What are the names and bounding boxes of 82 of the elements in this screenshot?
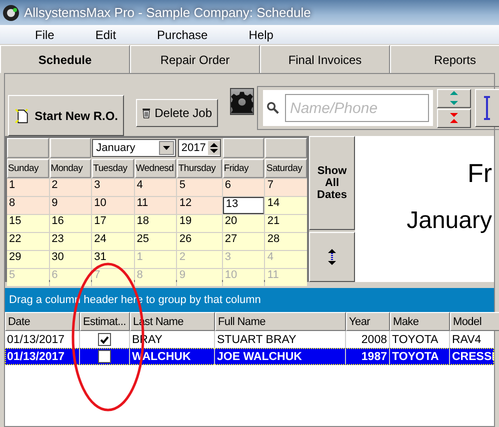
calendar-day[interactable]: 8 [7,197,49,214]
weekday-label: Fr [467,158,492,189]
calendar-day[interactable]: 5 [177,179,222,196]
resize-button[interactable] [309,232,355,282]
collapse-arrows-icon [449,111,459,125]
table-cell: JOE WALCHUK [215,348,346,365]
checkbox[interactable] [98,333,111,346]
calendar-day[interactable]: 11 [134,197,176,214]
table-cell: 01/13/2017 [5,348,80,365]
calendar-day[interactable]: 17 [92,215,134,232]
weekday-header: Thursday [177,159,222,178]
dropdown-arrow-icon [163,146,170,150]
calendar-day[interactable]: 29 [7,251,49,268]
spinner-arrows-icon [208,141,220,155]
collapse-button[interactable] [437,108,471,128]
tab[interactable]: Reports [390,45,499,73]
app-logo-icon [2,4,20,22]
menu-item[interactable]: File [35,28,54,42]
column-header[interactable]: Estimat... [80,312,130,331]
calendar-day[interactable]: 26 [177,233,222,250]
settings-button[interactable] [230,88,254,115]
calendar-day[interactable]: 9 [50,197,92,214]
weekday-header: Saturday [265,159,307,178]
calendar-day[interactable]: 10 [92,197,134,214]
expand-button[interactable] [437,88,471,108]
text-cursor-button[interactable] [475,89,499,127]
column-header[interactable]: Year [346,312,390,331]
calendar-day[interactable]: 24 [92,233,134,250]
menu-item[interactable]: Edit [95,28,116,42]
weekday-header: Friday [222,159,264,178]
calendar-day[interactable]: 2 [50,179,92,196]
calendar-day[interactable]: 4 [134,179,176,196]
calendar-day[interactable]: 28 [265,233,307,250]
up-down-arrow-icon [328,249,336,265]
tab[interactable]: Final Invoices [260,45,390,73]
text-cursor-icon [483,96,491,120]
calendar-day[interactable]: 21 [265,215,307,232]
settings-icon [231,90,253,112]
calendar-day[interactable]: 23 [50,233,92,250]
calendar-day[interactable]: 20 [222,215,264,232]
tab[interactable]: Schedule [0,45,130,73]
show-all-dates-button[interactable]: Show All Dates [309,136,355,230]
calendar-day[interactable]: 31 [92,251,134,268]
table-cell: 1987 [346,348,390,365]
expand-arrows-icon [449,91,459,105]
year-spinner[interactable]: 2017 [178,139,221,157]
calendar-day[interactable]: 7 [265,179,307,196]
calendar-day[interactable]: 1 [7,179,49,196]
table-cell: TOYOTA [390,348,450,365]
month-dropdown[interactable]: January [92,139,176,157]
calendar-day[interactable]: 3 [92,179,134,196]
checkbox[interactable] [98,350,111,363]
start-new-ro-button[interactable]: Start New R.O. [8,95,124,136]
menu-item[interactable]: Purchase [157,28,208,42]
calendar-day[interactable]: 13 [222,197,264,214]
weekday-header: Tuesday [92,159,134,178]
checkmark-icon [100,336,109,344]
calendar-day[interactable]: 27 [222,233,264,250]
weekday-header: Monday [50,159,92,178]
tab[interactable]: Repair Order [130,45,260,73]
calendar-day[interactable]: 12 [177,197,222,214]
delete-job-button[interactable]: Delete Job [136,99,218,127]
date-label: January [406,207,492,235]
calendar-day[interactable]: 19 [177,215,222,232]
window-title: AllsystemsMax Pro - Sample Company: Schedule [24,5,311,20]
calendar-day[interactable]: 18 [134,215,176,232]
calendar-day[interactable]: 6 [222,179,264,196]
calendar-day[interactable]: 30 [50,251,92,268]
calendar-day[interactable]: 16 [50,215,92,232]
calendar-day[interactable]: 25 [134,233,176,250]
search-icon [267,101,279,115]
column-header[interactable]: Make [390,312,450,331]
column-header[interactable]: Date [5,312,80,331]
column-header[interactable]: Full Name [215,312,346,331]
column-header[interactable]: Model [450,312,499,331]
calendar-day[interactable]: 15 [7,215,49,232]
weekday-header: Sunday [7,159,49,178]
calendar-day[interactable]: 22 [7,233,49,250]
menu-item[interactable]: Help [248,28,274,42]
calendar-day[interactable]: 14 [265,197,307,214]
search-field[interactable]: Name/Phone [285,94,429,122]
weekday-header: Wednesd [134,159,176,178]
